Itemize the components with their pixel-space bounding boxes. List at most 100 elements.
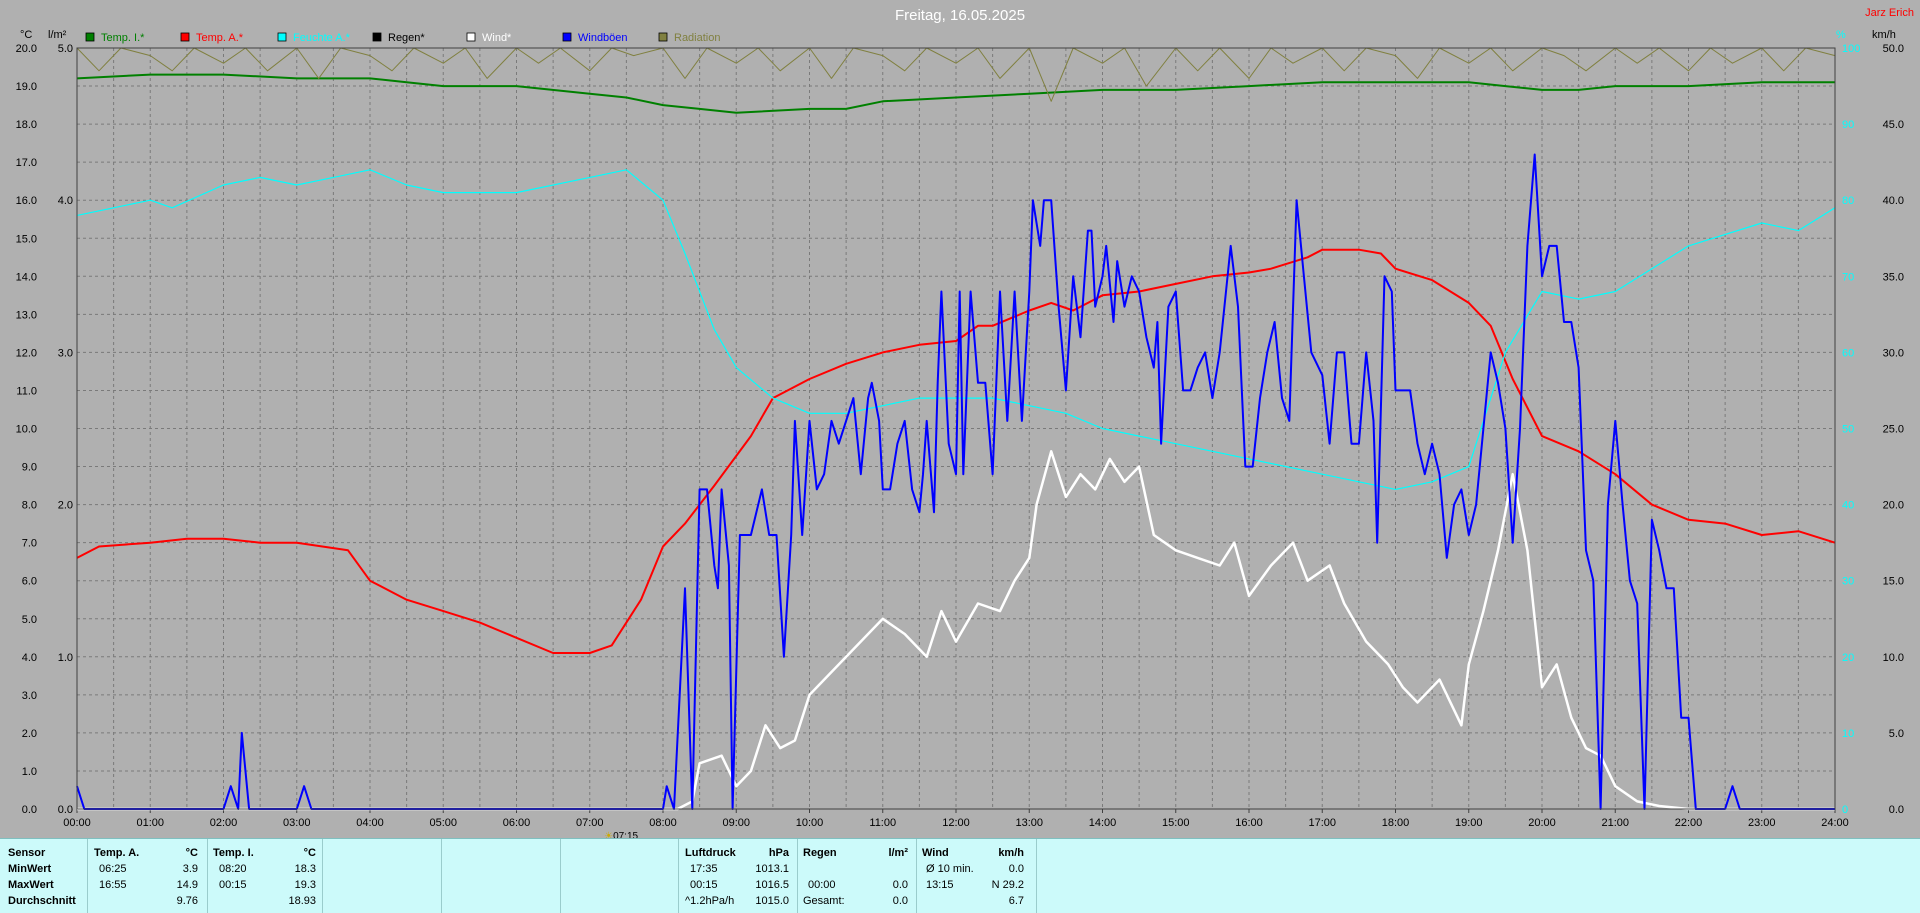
time-axis-tick: 07:00 — [576, 817, 604, 829]
humidity-axis-tick: 90 — [1842, 119, 1854, 131]
humidity-axis-tick: 60 — [1842, 347, 1854, 359]
temp-axis-tick: 10.0 — [16, 424, 37, 436]
wind-axis-tick: 30.0 — [1883, 347, 1904, 359]
time-axis-tick: 03:00 — [283, 817, 311, 829]
temp-a-min-time: 06:25 — [99, 863, 127, 875]
legend-label: Radiation — [674, 32, 720, 44]
temp-axis-tick: 8.0 — [22, 500, 37, 512]
rain-time: 00:00 — [808, 879, 836, 891]
pressure-max-time: 00:15 — [690, 879, 718, 891]
legend-label: Temp. A.* — [196, 32, 244, 44]
temp-axis-tick: 2.0 — [22, 728, 37, 740]
legend-swatch — [180, 32, 190, 42]
min-label: MinWert — [8, 863, 52, 875]
rain-axis-tick: 0.0 — [58, 804, 73, 816]
temp-axis-tick: 18.0 — [16, 119, 37, 131]
time-axis-tick: 23:00 — [1748, 817, 1776, 829]
temp-axis-tick: 12.0 — [16, 347, 37, 359]
temp-axis-tick: 6.0 — [22, 576, 37, 588]
humidity-axis-tick: 20 — [1842, 652, 1854, 664]
pressure-max-value: 1016.5 — [755, 879, 789, 891]
unit-wind: km/h — [1872, 29, 1896, 41]
temp-axis-tick: 15.0 — [16, 233, 37, 245]
temp-a-header: Temp. A. — [94, 847, 140, 859]
legend-label: Wind* — [482, 32, 512, 44]
wind-unit: km/h — [998, 847, 1024, 859]
temp-axis-tick: 17.0 — [16, 157, 37, 169]
wind-axis-tick: 45.0 — [1883, 119, 1904, 131]
legend-label: Windböen — [578, 32, 628, 44]
temp-axis-tick: 13.0 — [16, 309, 37, 321]
divider — [678, 839, 679, 913]
divider — [1036, 839, 1037, 913]
divider — [560, 839, 561, 913]
wind-avg10-value: 0.0 — [1008, 863, 1024, 875]
pressure-header: Luftdruck — [685, 847, 736, 859]
time-axis-tick: 13:00 — [1015, 817, 1043, 829]
time-axis-tick: 04:00 — [356, 817, 384, 829]
wind-axis-tick: 0.0 — [1889, 804, 1904, 816]
temp-i-avg-value: 18.93 — [288, 895, 316, 907]
wind-axis-tick: 50.0 — [1883, 43, 1904, 55]
rain-axis-tick: 2.0 — [58, 500, 73, 512]
humidity-axis-tick: 70 — [1842, 271, 1854, 283]
temp-axis-tick: 4.0 — [22, 652, 37, 664]
temp-i-header: Temp. I. — [213, 847, 254, 859]
temp-a-max-time: 16:55 — [99, 879, 127, 891]
time-axis-tick: 01:00 — [136, 817, 164, 829]
legend-swatch — [562, 32, 572, 42]
humidity-axis-tick: 10 — [1842, 728, 1854, 740]
max-label: MaxWert — [8, 879, 54, 891]
temp-i-unit: °C — [303, 847, 316, 859]
sun-marker-icon: ☀ — [604, 831, 613, 838]
time-axis-tick: 22:00 — [1675, 817, 1703, 829]
temp-axis-tick: 19.0 — [16, 81, 37, 93]
temp-a-unit: °C — [185, 847, 198, 859]
wind-axis-tick: 25.0 — [1883, 424, 1904, 436]
wind-axis-tick: 40.0 — [1883, 195, 1904, 207]
divider — [87, 839, 88, 913]
time-axis-tick: 18:00 — [1382, 817, 1410, 829]
time-axis-tick: 06:00 — [503, 817, 531, 829]
rain-axis-tick: 3.0 — [58, 347, 73, 359]
rain-axis-tick: 4.0 — [58, 195, 73, 207]
humidity-axis-tick: 40 — [1842, 500, 1854, 512]
divider — [441, 839, 442, 913]
wind-axis-tick: 15.0 — [1883, 576, 1904, 588]
pressure-trend: ^1.2hPa/h — [685, 895, 735, 907]
rain-unit: l/m² — [888, 847, 908, 859]
rain-total-label: Gesamt: — [803, 895, 845, 907]
unit-humidity: % — [1836, 29, 1846, 41]
pressure-trend-value: 1015.0 — [755, 895, 789, 907]
chart-title: Freitag, 16.05.2025 — [895, 7, 1025, 24]
wind-header: Wind — [922, 847, 949, 859]
time-axis-tick: 05:00 — [429, 817, 457, 829]
unit-rain: l/m² — [48, 29, 67, 41]
temp-i-max-time: 00:15 — [219, 879, 247, 891]
temp-i-max-value: 19.3 — [294, 879, 316, 891]
rain-header: Regen — [803, 847, 837, 859]
time-axis-tick: 21:00 — [1601, 817, 1629, 829]
wind-axis-tick: 20.0 — [1883, 500, 1904, 512]
temp-axis-tick: 9.0 — [22, 462, 37, 474]
time-axis-tick: 20:00 — [1528, 817, 1556, 829]
time-axis-tick: 10:00 — [796, 817, 824, 829]
time-axis-tick: 24:00 — [1821, 817, 1849, 829]
temp-axis-tick: 0.0 — [22, 804, 37, 816]
legend-swatch — [658, 32, 668, 42]
divider — [207, 839, 208, 913]
time-axis-tick: 12:00 — [942, 817, 970, 829]
pressure-min-value: 1013.1 — [755, 863, 789, 875]
avg-label: Durchschnitt — [8, 895, 76, 907]
temp-axis-tick: 20.0 — [16, 43, 37, 55]
time-axis-tick: 14:00 — [1089, 817, 1117, 829]
wind-axis-tick: 35.0 — [1883, 271, 1904, 283]
time-axis-tick: 00:00 — [63, 817, 91, 829]
unit-temp: °C — [20, 29, 32, 41]
legend-label: Feuchte A.* — [293, 32, 351, 44]
legend-label: Temp. I.* — [101, 32, 145, 44]
temp-a-max-value: 14.9 — [176, 879, 198, 891]
temp-axis-tick: 16.0 — [16, 195, 37, 207]
time-axis-tick: 19:00 — [1455, 817, 1483, 829]
temp-axis-tick: 3.0 — [22, 690, 37, 702]
